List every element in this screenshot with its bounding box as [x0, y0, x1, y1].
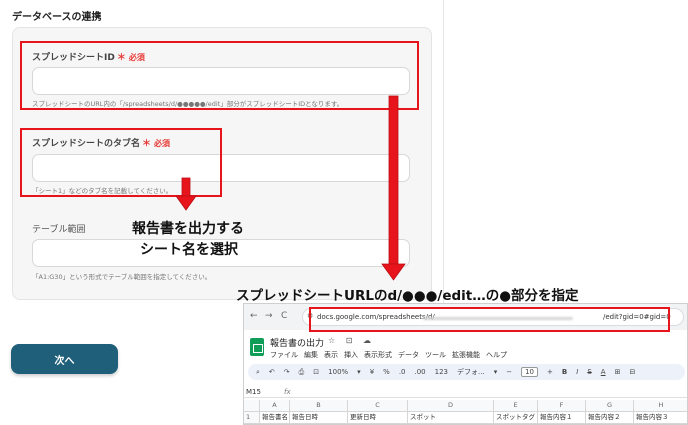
page: データベースの連携 スプレッドシートID ＊必須 スプレッドシートのURL内の「/…	[0, 0, 688, 425]
table-cell[interactable]: 報告内容２	[586, 412, 634, 424]
forward-arrow-icon[interactable]: →	[265, 311, 273, 321]
url-highlight	[309, 307, 670, 332]
menu-insert[interactable]: 挿入	[344, 350, 358, 360]
table-cell[interactable]: スポットタグ	[494, 412, 538, 424]
sheets-toolbar: ⌕ ↶ ↷ ⎙ ⊡ 100% ▾ ¥ % .0 .00 123 デフォ... ▾…	[248, 364, 685, 380]
arrow-to-url-note	[381, 95, 406, 281]
font-size-increase-button[interactable]: +	[547, 368, 553, 376]
sheets-logo-icon[interactable]	[250, 338, 264, 356]
menu-bar: ファイル 編集 表示 挿入 表示形式 データ ツール 拡張機能 ヘルプ	[270, 350, 507, 360]
font-select[interactable]: デフォ...	[457, 367, 485, 377]
column-header[interactable]: F	[538, 400, 586, 412]
strikethrough-button[interactable]: S	[587, 368, 591, 376]
column-header[interactable]: C	[348, 400, 408, 412]
column-header[interactable]: H	[634, 400, 687, 412]
formula-bar[interactable]	[244, 385, 687, 398]
table-cell[interactable]: 報告内容１	[538, 412, 586, 424]
document-title[interactable]: 報告書の出力	[270, 336, 324, 349]
zoom-select[interactable]: 100%	[328, 368, 348, 376]
menu-view[interactable]: 表示	[324, 350, 338, 360]
tab-note-line1: 報告書を出力する	[132, 221, 244, 237]
star-move-cloud-icons[interactable]: ☆ ⊡ ☁	[328, 336, 375, 345]
menu-data[interactable]: データ	[398, 350, 419, 360]
menu-file[interactable]: ファイル	[270, 350, 298, 360]
number-format-button[interactable]: 123	[435, 368, 448, 376]
merge-cells-icon[interactable]: ⊟	[629, 368, 635, 376]
column-header[interactable]: E	[494, 400, 538, 412]
menu-format[interactable]: 表示形式	[364, 350, 392, 360]
column-header[interactable]: B	[290, 400, 348, 412]
italic-button[interactable]: I	[576, 368, 578, 376]
column-header[interactable]: D	[408, 400, 494, 412]
paint-format-icon[interactable]: ⊡	[313, 368, 319, 376]
table-cell[interactable]: 報告内容３	[634, 412, 687, 424]
tab-note-line2: シート名を選択	[140, 242, 238, 258]
chevron-down-icon[interactable]: ▾	[357, 368, 361, 376]
bold-button[interactable]: B	[562, 368, 567, 376]
increase-decimal-button[interactable]: .00	[415, 368, 426, 376]
table-cell[interactable]: 報告書名	[260, 412, 290, 424]
fx-label: fx	[284, 388, 291, 396]
menu-edit[interactable]: 編集	[304, 350, 318, 360]
column-header[interactable]: A	[260, 400, 290, 412]
chevron-down-icon[interactable]: ▾	[494, 368, 498, 376]
percent-format-button[interactable]: %	[383, 368, 390, 376]
menu-extensions[interactable]: 拡張機能	[452, 350, 480, 360]
menu-tools[interactable]: ツール	[425, 350, 446, 360]
corner-cell[interactable]	[244, 400, 260, 412]
reload-icon[interactable]: C	[281, 311, 287, 321]
back-arrow-icon[interactable]: ←	[250, 311, 258, 321]
table-cell[interactable]: 報告日時	[290, 412, 348, 424]
menu-help[interactable]: ヘルプ	[486, 350, 507, 360]
url-note: スプレッドシートURLのd/●●●/edit…の●部分を指定	[236, 288, 579, 304]
print-icon[interactable]: ⎙	[299, 368, 305, 377]
undo-icon[interactable]: ↶	[269, 368, 275, 376]
search-icon[interactable]: ⌕	[256, 368, 260, 377]
redo-icon[interactable]: ↷	[284, 368, 290, 376]
borders-icon[interactable]: ⊞	[615, 368, 621, 376]
arrow-to-tab-note	[175, 177, 197, 211]
text-color-button[interactable]: A	[601, 368, 606, 376]
table-cell[interactable]: スポット	[408, 412, 494, 424]
column-header-row: A B C D E F G H	[244, 400, 687, 412]
row-header[interactable]: 1	[244, 412, 260, 424]
table-row: 1 報告書名 報告日時 更新日時 スポット スポットタグ 報告内容１ 報告内容２…	[244, 412, 687, 424]
column-header[interactable]: G	[586, 400, 634, 412]
currency-format-button[interactable]: ¥	[370, 368, 374, 376]
font-size-input[interactable]: 10	[521, 367, 539, 377]
table-cell[interactable]: 更新日時	[348, 412, 408, 424]
decrease-decimal-button[interactable]: .0	[399, 368, 406, 376]
font-size-decrease-button[interactable]: −	[506, 368, 512, 376]
name-box[interactable]: M15	[246, 388, 261, 396]
